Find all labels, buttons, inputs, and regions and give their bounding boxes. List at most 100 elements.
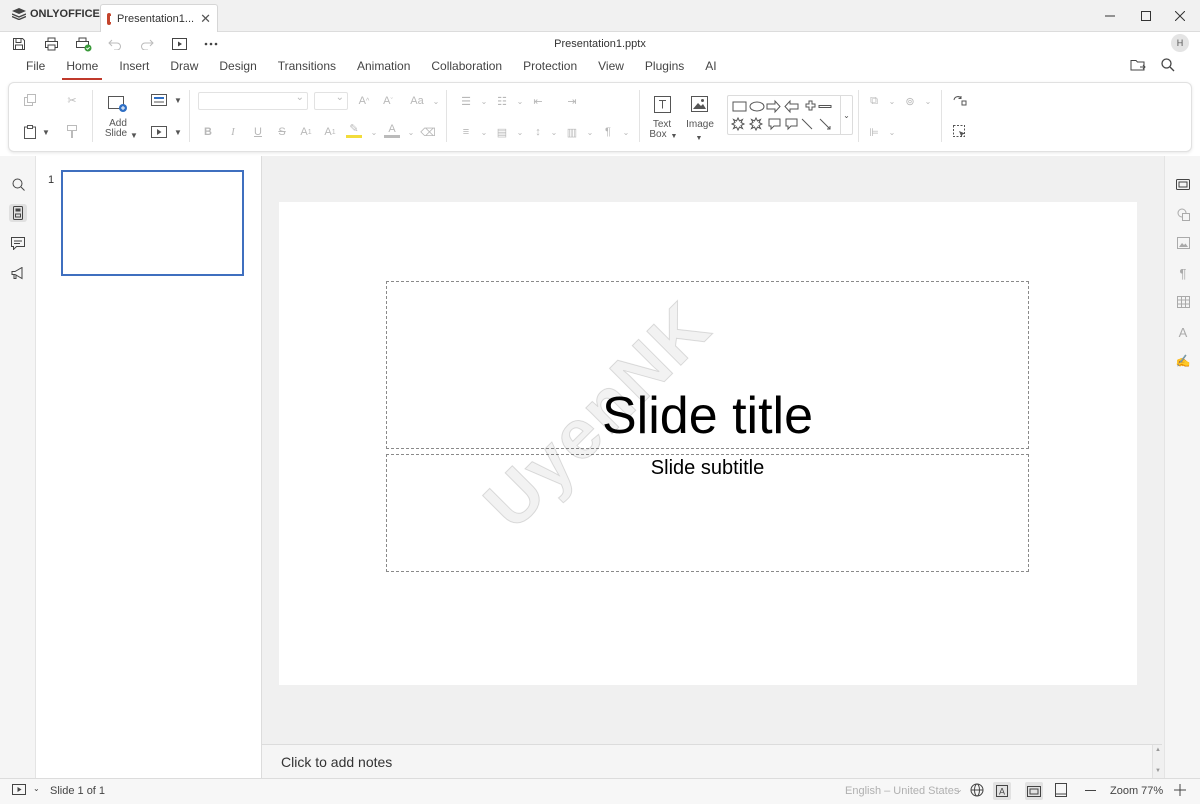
save-icon[interactable]: [8, 34, 30, 54]
add-slide-dropdown-icon[interactable]: ▼: [126, 127, 142, 143]
zoom-level[interactable]: Zoom 77%: [1110, 785, 1163, 797]
numbering-icon[interactable]: ☷: [494, 93, 510, 109]
paste-icon[interactable]: [22, 124, 38, 140]
slides-panel-icon[interactable]: [9, 204, 27, 222]
underline-icon[interactable]: U: [250, 124, 266, 140]
undo-icon[interactable]: [104, 34, 126, 54]
insert-image-icon[interactable]: [690, 95, 708, 113]
layout-dropdown-icon[interactable]: ▼: [170, 92, 186, 108]
language-dropdown-icon[interactable]: ⌄: [956, 785, 963, 794]
copy-icon[interactable]: [22, 92, 38, 108]
numbering-dropdown-icon[interactable]: ⌄: [512, 93, 528, 109]
more-options-icon[interactable]: [200, 34, 222, 54]
text-art-settings-icon[interactable]: A: [1174, 323, 1192, 341]
notes-placeholder[interactable]: Click to add notes: [281, 754, 392, 770]
group-shapes-icon[interactable]: ⊚: [902, 93, 918, 109]
comments-panel-icon[interactable]: [9, 234, 27, 252]
image-label[interactable]: Image: [680, 120, 720, 130]
strikethrough-icon[interactable]: S: [274, 124, 290, 140]
increase-indent-icon[interactable]: ⇥: [564, 93, 580, 109]
cut-icon[interactable]: ✂: [64, 92, 80, 108]
arrange-shape-icon[interactable]: ⧉: [866, 93, 882, 109]
tab-draw[interactable]: Draw: [160, 56, 208, 77]
bullets-dropdown-icon[interactable]: ⌄: [476, 93, 492, 109]
quick-print-icon[interactable]: [72, 34, 94, 54]
font-color-icon[interactable]: A: [384, 122, 400, 138]
globe-language-icon[interactable]: [970, 783, 984, 797]
font-color-dropdown-icon[interactable]: ⌄: [403, 124, 419, 140]
replace-icon[interactable]: [952, 93, 968, 109]
tab-plugins[interactable]: Plugins: [635, 56, 694, 77]
arrange-dropdown-icon[interactable]: ⌄: [884, 93, 900, 109]
minimize-window-icon[interactable]: [1100, 6, 1120, 26]
signature-settings-icon[interactable]: ✍: [1174, 352, 1192, 370]
line-spacing-icon[interactable]: ↕: [530, 124, 546, 140]
subscript-icon[interactable]: A1: [322, 124, 338, 140]
user-avatar[interactable]: H: [1171, 34, 1189, 52]
tab-view[interactable]: View: [588, 56, 634, 77]
table-settings-icon[interactable]: [1174, 293, 1192, 311]
change-case-dropdown-icon[interactable]: ⌄: [428, 93, 444, 109]
align-shape-dropdown-icon[interactable]: ⌄: [884, 124, 900, 140]
document-tab[interactable]: Presentation1... ✕: [100, 4, 218, 32]
align-dropdown-icon[interactable]: ⌄: [476, 124, 492, 140]
slideshow-dropdown-icon[interactable]: ⌄: [33, 784, 40, 793]
spell-check-icon[interactable]: A: [993, 782, 1011, 800]
columns-dropdown-icon[interactable]: ⌄: [582, 124, 598, 140]
vertical-align-icon[interactable]: ▤: [494, 124, 510, 140]
italic-icon[interactable]: I: [225, 124, 241, 140]
decrease-font-size-icon[interactable]: Aˇ: [380, 93, 396, 109]
bullets-icon[interactable]: ☰: [458, 93, 474, 109]
close-window-icon[interactable]: [1170, 6, 1190, 26]
shapes-gallery-expand-icon[interactable]: ⌄: [840, 96, 852, 134]
text-direction-icon[interactable]: ¶: [600, 124, 616, 140]
change-case-icon[interactable]: Aa: [406, 93, 428, 109]
align-shape-icon[interactable]: ⊫: [866, 124, 882, 140]
notes-scrollbar[interactable]: ▲ ▼: [1152, 745, 1164, 778]
text-direction-dropdown-icon[interactable]: ⌄: [618, 124, 634, 140]
align-left-icon[interactable]: ≡: [458, 124, 474, 140]
slide-thumbnail[interactable]: [61, 170, 244, 276]
text-box-icon[interactable]: [653, 95, 671, 113]
tab-animation[interactable]: Animation: [347, 56, 420, 77]
group-dropdown-icon[interactable]: ⌄: [920, 93, 936, 109]
print-icon[interactable]: [40, 34, 62, 54]
search-panel-icon[interactable]: [9, 175, 27, 193]
tab-collaboration[interactable]: Collaboration: [421, 56, 512, 77]
close-tab-icon[interactable]: ✕: [200, 11, 211, 27]
image-dropdown-icon[interactable]: ▼: [691, 130, 707, 146]
feedback-megaphone-icon[interactable]: [9, 264, 27, 282]
paste-dropdown-icon[interactable]: ▼: [38, 124, 54, 140]
decrease-indent-icon[interactable]: ⇤: [530, 93, 546, 109]
add-slide-icon[interactable]: [108, 95, 128, 113]
scroll-up-icon[interactable]: ▲: [1155, 747, 1161, 753]
tab-file[interactable]: File: [16, 56, 55, 77]
language-select[interactable]: English – United States: [845, 785, 959, 797]
bold-icon[interactable]: B: [200, 124, 216, 140]
slide-counter[interactable]: Slide 1 of 1: [50, 785, 105, 797]
select-all-icon[interactable]: [952, 124, 968, 140]
fit-to-slide-icon[interactable]: [1025, 782, 1043, 800]
slide-settings-icon[interactable]: [1174, 175, 1192, 193]
notes-pane[interactable]: [262, 744, 1162, 778]
superscript-icon[interactable]: A1: [298, 124, 314, 140]
tab-insert[interactable]: Insert: [109, 56, 159, 77]
zoom-in-icon[interactable]: [1174, 784, 1186, 796]
format-painter-icon[interactable]: [64, 124, 80, 140]
paragraph-settings-icon[interactable]: ¶: [1174, 264, 1192, 282]
highlight-dropdown-icon[interactable]: ⌄: [366, 124, 382, 140]
tab-ai[interactable]: AI: [695, 56, 726, 77]
text-box-dropdown-icon[interactable]: ▼: [666, 128, 682, 144]
image-settings-icon[interactable]: [1174, 234, 1192, 252]
zoom-out-icon[interactable]: [1085, 790, 1096, 791]
change-layout-icon[interactable]: [150, 92, 168, 108]
font-name-select[interactable]: [198, 92, 308, 110]
start-slideshow-icon[interactable]: [168, 34, 190, 54]
columns-icon[interactable]: ▥: [564, 124, 580, 140]
highlight-color-icon[interactable]: ✎: [346, 122, 362, 138]
tab-design[interactable]: Design: [209, 56, 266, 77]
vertical-align-dropdown-icon[interactable]: ⌄: [512, 124, 528, 140]
tab-protection[interactable]: Protection: [513, 56, 587, 77]
fit-to-width-icon[interactable]: [1055, 783, 1067, 797]
line-spacing-dropdown-icon[interactable]: ⌄: [546, 124, 562, 140]
